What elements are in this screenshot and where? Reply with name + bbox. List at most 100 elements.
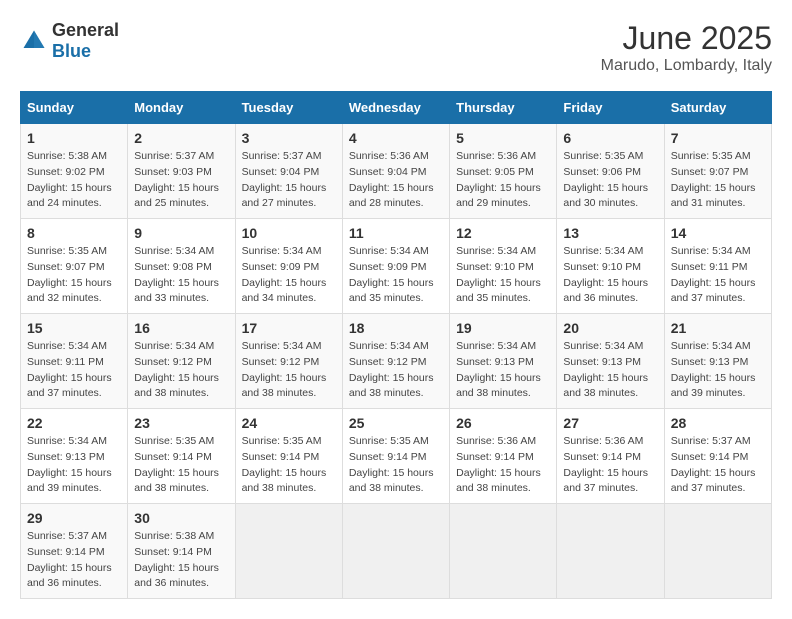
calendar-day-cell: 21 Sunrise: 5:34 AM Sunset: 9:13 PM Dayli… bbox=[664, 314, 771, 409]
day-number: 20 bbox=[563, 320, 657, 336]
day-info: Sunrise: 5:38 AM Sunset: 9:14 PM Dayligh… bbox=[134, 529, 228, 592]
calendar-day-cell bbox=[450, 504, 557, 599]
day-info: Sunrise: 5:34 AM Sunset: 9:10 PM Dayligh… bbox=[456, 244, 550, 307]
day-info: Sunrise: 5:34 AM Sunset: 9:09 PM Dayligh… bbox=[349, 244, 443, 307]
calendar-day-cell: 15 Sunrise: 5:34 AM Sunset: 9:11 PM Dayli… bbox=[21, 314, 128, 409]
calendar-day-cell: 6 Sunrise: 5:35 AM Sunset: 9:06 PM Daylig… bbox=[557, 124, 664, 219]
day-info: Sunrise: 5:34 AM Sunset: 9:12 PM Dayligh… bbox=[134, 339, 228, 402]
calendar-day-cell bbox=[235, 504, 342, 599]
day-info: Sunrise: 5:36 AM Sunset: 9:14 PM Dayligh… bbox=[563, 434, 657, 497]
column-header-monday: Monday bbox=[128, 92, 235, 124]
logo-icon bbox=[20, 27, 48, 55]
day-info: Sunrise: 5:36 AM Sunset: 9:04 PM Dayligh… bbox=[349, 149, 443, 212]
day-info: Sunrise: 5:35 AM Sunset: 9:06 PM Dayligh… bbox=[563, 149, 657, 212]
day-info: Sunrise: 5:37 AM Sunset: 9:14 PM Dayligh… bbox=[27, 529, 121, 592]
day-number: 24 bbox=[242, 415, 336, 431]
column-header-tuesday: Tuesday bbox=[235, 92, 342, 124]
day-info: Sunrise: 5:34 AM Sunset: 9:08 PM Dayligh… bbox=[134, 244, 228, 307]
day-number: 25 bbox=[349, 415, 443, 431]
day-number: 15 bbox=[27, 320, 121, 336]
calendar-day-cell: 3Sunrise: 5:37 AM Sunset: 9:04 PM Daylig… bbox=[235, 124, 342, 219]
calendar-day-cell: 7 Sunrise: 5:35 AM Sunset: 9:07 PM Daylig… bbox=[664, 124, 771, 219]
calendar-day-cell: 28Sunrise: 5:37 AM Sunset: 9:14 PM Dayli… bbox=[664, 409, 771, 504]
day-info: Sunrise: 5:37 AM Sunset: 9:03 PM Dayligh… bbox=[134, 149, 228, 212]
calendar-table: SundayMondayTuesdayWednesdayThursdayFrid… bbox=[20, 91, 772, 599]
calendar-day-cell: 9 Sunrise: 5:34 AM Sunset: 9:08 PM Daylig… bbox=[128, 219, 235, 314]
calendar-header-row: SundayMondayTuesdayWednesdayThursdayFrid… bbox=[21, 92, 772, 124]
logo: General Blue bbox=[20, 20, 119, 62]
day-info: Sunrise: 5:36 AM Sunset: 9:14 PM Dayligh… bbox=[456, 434, 550, 497]
day-number: 4 bbox=[349, 130, 443, 146]
day-number: 22 bbox=[27, 415, 121, 431]
day-number: 30 bbox=[134, 510, 228, 526]
calendar-day-cell: 20Sunrise: 5:34 AM Sunset: 9:13 PM Dayli… bbox=[557, 314, 664, 409]
day-info: Sunrise: 5:37 AM Sunset: 9:04 PM Dayligh… bbox=[242, 149, 336, 212]
calendar-week-row: 22 Sunrise: 5:34 AM Sunset: 9:13 PM Dayli… bbox=[21, 409, 772, 504]
calendar-day-cell: 12 Sunrise: 5:34 AM Sunset: 9:10 PM Dayli… bbox=[450, 219, 557, 314]
day-info: Sunrise: 5:36 AM Sunset: 9:05 PM Dayligh… bbox=[456, 149, 550, 212]
calendar-day-cell bbox=[557, 504, 664, 599]
calendar-week-row: 1Sunrise: 5:38 AM Sunset: 9:02 PM Daylig… bbox=[21, 124, 772, 219]
day-info: Sunrise: 5:34 AM Sunset: 9:11 PM Dayligh… bbox=[27, 339, 121, 402]
day-number: 16 bbox=[134, 320, 228, 336]
calendar-day-cell: 5 Sunrise: 5:36 AM Sunset: 9:05 PM Daylig… bbox=[450, 124, 557, 219]
day-number: 5 bbox=[456, 130, 550, 146]
day-number: 8 bbox=[27, 225, 121, 241]
column-header-sunday: Sunday bbox=[21, 92, 128, 124]
day-info: Sunrise: 5:35 AM Sunset: 9:14 PM Dayligh… bbox=[134, 434, 228, 497]
day-info: Sunrise: 5:35 AM Sunset: 9:07 PM Dayligh… bbox=[671, 149, 765, 212]
calendar-week-row: 15 Sunrise: 5:34 AM Sunset: 9:11 PM Dayli… bbox=[21, 314, 772, 409]
day-number: 17 bbox=[242, 320, 336, 336]
day-number: 1 bbox=[27, 130, 121, 146]
day-info: Sunrise: 5:34 AM Sunset: 9:12 PM Dayligh… bbox=[242, 339, 336, 402]
day-info: Sunrise: 5:35 AM Sunset: 9:14 PM Dayligh… bbox=[349, 434, 443, 497]
day-number: 6 bbox=[563, 130, 657, 146]
day-info: Sunrise: 5:34 AM Sunset: 9:13 PM Dayligh… bbox=[456, 339, 550, 402]
column-header-friday: Friday bbox=[557, 92, 664, 124]
day-number: 9 bbox=[134, 225, 228, 241]
day-number: 10 bbox=[242, 225, 336, 241]
calendar-week-row: 29 Sunrise: 5:37 AM Sunset: 9:14 PM Dayli… bbox=[21, 504, 772, 599]
calendar-day-cell: 27 Sunrise: 5:36 AM Sunset: 9:14 PM Dayli… bbox=[557, 409, 664, 504]
day-number: 11 bbox=[349, 225, 443, 241]
day-info: Sunrise: 5:35 AM Sunset: 9:14 PM Dayligh… bbox=[242, 434, 336, 497]
calendar-week-row: 8Sunrise: 5:35 AM Sunset: 9:07 PM Daylig… bbox=[21, 219, 772, 314]
column-header-saturday: Saturday bbox=[664, 92, 771, 124]
calendar-day-cell: 18Sunrise: 5:34 AM Sunset: 9:12 PM Dayli… bbox=[342, 314, 449, 409]
day-number: 13 bbox=[563, 225, 657, 241]
calendar-day-cell: 26Sunrise: 5:36 AM Sunset: 9:14 PM Dayli… bbox=[450, 409, 557, 504]
column-header-wednesday: Wednesday bbox=[342, 92, 449, 124]
calendar-day-cell: 30 Sunrise: 5:38 AM Sunset: 9:14 PM Dayli… bbox=[128, 504, 235, 599]
day-number: 27 bbox=[563, 415, 657, 431]
calendar-day-cell: 25 Sunrise: 5:35 AM Sunset: 9:14 PM Dayli… bbox=[342, 409, 449, 504]
calendar-day-cell: 24 Sunrise: 5:35 AM Sunset: 9:14 PM Dayli… bbox=[235, 409, 342, 504]
calendar-day-cell: 16 Sunrise: 5:34 AM Sunset: 9:12 PM Dayli… bbox=[128, 314, 235, 409]
calendar-subtitle: Marudo, Lombardy, Italy bbox=[601, 57, 772, 75]
calendar-day-cell: 23 Sunrise: 5:35 AM Sunset: 9:14 PM Dayli… bbox=[128, 409, 235, 504]
logo-general: General bbox=[52, 20, 119, 40]
calendar-title: June 2025 bbox=[601, 20, 772, 57]
day-number: 14 bbox=[671, 225, 765, 241]
calendar-day-cell: 17 Sunrise: 5:34 AM Sunset: 9:12 PM Dayli… bbox=[235, 314, 342, 409]
calendar-day-cell: 4 Sunrise: 5:36 AM Sunset: 9:04 PM Daylig… bbox=[342, 124, 449, 219]
calendar-day-cell: 11 Sunrise: 5:34 AM Sunset: 9:09 PM Dayli… bbox=[342, 219, 449, 314]
day-number: 7 bbox=[671, 130, 765, 146]
logo-blue: Blue bbox=[52, 41, 91, 61]
calendar-day-cell bbox=[664, 504, 771, 599]
day-info: Sunrise: 5:34 AM Sunset: 9:13 PM Dayligh… bbox=[27, 434, 121, 497]
calendar-day-cell: 14Sunrise: 5:34 AM Sunset: 9:11 PM Dayli… bbox=[664, 219, 771, 314]
day-number: 29 bbox=[27, 510, 121, 526]
calendar-day-cell bbox=[342, 504, 449, 599]
day-info: Sunrise: 5:37 AM Sunset: 9:14 PM Dayligh… bbox=[671, 434, 765, 497]
calendar-day-cell: 22 Sunrise: 5:34 AM Sunset: 9:13 PM Dayli… bbox=[21, 409, 128, 504]
day-number: 12 bbox=[456, 225, 550, 241]
day-info: Sunrise: 5:34 AM Sunset: 9:10 PM Dayligh… bbox=[563, 244, 657, 307]
page-header: General Blue June 2025 Marudo, Lombardy,… bbox=[20, 20, 772, 75]
calendar-day-cell: 2 Sunrise: 5:37 AM Sunset: 9:03 PM Daylig… bbox=[128, 124, 235, 219]
day-number: 21 bbox=[671, 320, 765, 336]
day-info: Sunrise: 5:34 AM Sunset: 9:09 PM Dayligh… bbox=[242, 244, 336, 307]
day-number: 18 bbox=[349, 320, 443, 336]
day-info: Sunrise: 5:34 AM Sunset: 9:13 PM Dayligh… bbox=[671, 339, 765, 402]
day-number: 23 bbox=[134, 415, 228, 431]
day-number: 2 bbox=[134, 130, 228, 146]
